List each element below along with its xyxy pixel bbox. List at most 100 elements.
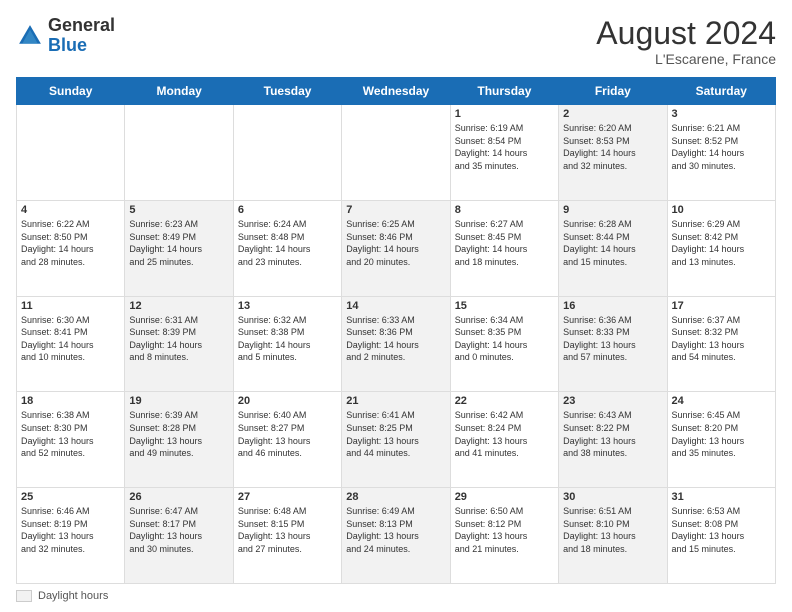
day-number: 27: [238, 491, 337, 503]
day-number: 17: [672, 300, 771, 312]
week-row-2: 11 Sunrise: 6:30 AM Sunset: 8:41 PM Dayli…: [17, 296, 776, 392]
day-info: Sunrise: 6:36 AM Sunset: 8:33 PM Dayligh…: [563, 314, 662, 364]
day-number: 16: [563, 300, 662, 312]
calendar-cell: 23 Sunrise: 6:43 AM Sunset: 8:22 PM Dayli…: [559, 392, 667, 488]
calendar-cell: 29 Sunrise: 6:50 AM Sunset: 8:12 PM Dayli…: [450, 488, 558, 584]
legend-label: Daylight hours: [38, 590, 108, 602]
weekday-header-row: SundayMondayTuesdayWednesdayThursdayFrid…: [17, 78, 776, 105]
calendar-cell: 17Sunrise: 6:37 AM Sunset: 8:32 PM Dayli…: [667, 296, 775, 392]
calendar-cell: 28Sunrise: 6:49 AM Sunset: 8:13 PM Dayli…: [342, 488, 450, 584]
day-number: 30: [563, 491, 662, 503]
calendar-cell: 13 Sunrise: 6:32 AM Sunset: 8:38 PM Dayli…: [233, 296, 341, 392]
calendar-cell: 27 Sunrise: 6:48 AM Sunset: 8:15 PM Dayli…: [233, 488, 341, 584]
day-info: Sunrise: 6:48 AM Sunset: 8:15 PM Dayligh…: [238, 505, 337, 555]
calendar-cell: 19 Sunrise: 6:39 AM Sunset: 8:28 PM Dayli…: [125, 392, 233, 488]
day-info: Sunrise: 6:34 AM Sunset: 8:35 PM Dayligh…: [455, 314, 554, 364]
calendar-cell: 10 Sunrise: 6:29 AM Sunset: 8:42 PM Dayli…: [667, 200, 775, 296]
day-number: 11: [21, 300, 120, 312]
day-info: Sunrise: 6:19 AM Sunset: 8:54 PM Dayligh…: [455, 122, 554, 172]
calendar-cell: 14Sunrise: 6:33 AM Sunset: 8:36 PM Dayli…: [342, 296, 450, 392]
day-info: Sunrise: 6:20 AM Sunset: 8:53 PM Dayligh…: [563, 122, 662, 172]
weekday-header-friday: Friday: [559, 78, 667, 105]
day-number: 8: [455, 204, 554, 216]
day-number: 2: [563, 108, 662, 120]
day-number: 9: [563, 204, 662, 216]
calendar-cell: 8 Sunrise: 6:27 AM Sunset: 8:45 PM Daylig…: [450, 200, 558, 296]
day-number: 3: [672, 108, 771, 120]
day-info: Sunrise: 6:38 AM Sunset: 8:30 PM Dayligh…: [21, 409, 120, 459]
calendar-cell: 5 Sunrise: 6:23 AM Sunset: 8:49 PM Daylig…: [125, 200, 233, 296]
calendar-cell: 12Sunrise: 6:31 AM Sunset: 8:39 PM Dayli…: [125, 296, 233, 392]
calendar-cell: 6Sunrise: 6:24 AM Sunset: 8:48 PM Daylig…: [233, 200, 341, 296]
day-info: Sunrise: 6:40 AM Sunset: 8:27 PM Dayligh…: [238, 409, 337, 459]
page: General Blue August 2024 L'Escarene, Fra…: [0, 0, 792, 612]
day-number: 6: [238, 204, 337, 216]
calendar-cell: [233, 105, 341, 201]
calendar-cell: 22Sunrise: 6:42 AM Sunset: 8:24 PM Dayli…: [450, 392, 558, 488]
day-info: Sunrise: 6:51 AM Sunset: 8:10 PM Dayligh…: [563, 505, 662, 555]
day-info: Sunrise: 6:28 AM Sunset: 8:44 PM Dayligh…: [563, 218, 662, 268]
day-info: Sunrise: 6:29 AM Sunset: 8:42 PM Dayligh…: [672, 218, 771, 268]
weekday-header-monday: Monday: [125, 78, 233, 105]
calendar-cell: 15 Sunrise: 6:34 AM Sunset: 8:35 PM Dayli…: [450, 296, 558, 392]
day-info: Sunrise: 6:32 AM Sunset: 8:38 PM Dayligh…: [238, 314, 337, 364]
day-info: Sunrise: 6:47 AM Sunset: 8:17 PM Dayligh…: [129, 505, 228, 555]
day-number: 10: [672, 204, 771, 216]
logo-text-general: General: [48, 15, 115, 35]
day-info: Sunrise: 6:21 AM Sunset: 8:52 PM Dayligh…: [672, 122, 771, 172]
day-info: Sunrise: 6:53 AM Sunset: 8:08 PM Dayligh…: [672, 505, 771, 555]
week-row-1: 4 Sunrise: 6:22 AM Sunset: 8:50 PM Daylig…: [17, 200, 776, 296]
week-row-3: 18 Sunrise: 6:38 AM Sunset: 8:30 PM Dayli…: [17, 392, 776, 488]
day-info: Sunrise: 6:22 AM Sunset: 8:50 PM Dayligh…: [21, 218, 120, 268]
calendar-cell: 2 Sunrise: 6:20 AM Sunset: 8:53 PM Daylig…: [559, 105, 667, 201]
calendar-cell: 11 Sunrise: 6:30 AM Sunset: 8:41 PM Dayli…: [17, 296, 125, 392]
calendar-cell: 1 Sunrise: 6:19 AM Sunset: 8:54 PM Daylig…: [450, 105, 558, 201]
day-number: 4: [21, 204, 120, 216]
day-number: 5: [129, 204, 228, 216]
day-info: Sunrise: 6:23 AM Sunset: 8:49 PM Dayligh…: [129, 218, 228, 268]
day-number: 18: [21, 395, 120, 407]
day-info: Sunrise: 6:30 AM Sunset: 8:41 PM Dayligh…: [21, 314, 120, 364]
day-info: Sunrise: 6:43 AM Sunset: 8:22 PM Dayligh…: [563, 409, 662, 459]
calendar-cell: [342, 105, 450, 201]
logo-icon: [16, 22, 44, 50]
day-number: 22: [455, 395, 554, 407]
day-number: 1: [455, 108, 554, 120]
day-number: 15: [455, 300, 554, 312]
calendar-cell: 16 Sunrise: 6:36 AM Sunset: 8:33 PM Dayli…: [559, 296, 667, 392]
day-info: Sunrise: 6:45 AM Sunset: 8:20 PM Dayligh…: [672, 409, 771, 459]
day-info: Sunrise: 6:39 AM Sunset: 8:28 PM Dayligh…: [129, 409, 228, 459]
day-number: 7: [346, 204, 445, 216]
calendar-cell: 25 Sunrise: 6:46 AM Sunset: 8:19 PM Dayli…: [17, 488, 125, 584]
day-number: 26: [129, 491, 228, 503]
day-number: 13: [238, 300, 337, 312]
footer: Daylight hours: [16, 590, 776, 602]
calendar-cell: 7 Sunrise: 6:25 AM Sunset: 8:46 PM Daylig…: [342, 200, 450, 296]
calendar-cell: 31Sunrise: 6:53 AM Sunset: 8:08 PM Dayli…: [667, 488, 775, 584]
day-number: 24: [672, 395, 771, 407]
day-info: Sunrise: 6:49 AM Sunset: 8:13 PM Dayligh…: [346, 505, 445, 555]
weekday-header-sunday: Sunday: [17, 78, 125, 105]
day-number: 25: [21, 491, 120, 503]
weekday-header-tuesday: Tuesday: [233, 78, 341, 105]
weekday-header-wednesday: Wednesday: [342, 78, 450, 105]
day-info: Sunrise: 6:27 AM Sunset: 8:45 PM Dayligh…: [455, 218, 554, 268]
calendar-cell: 9 Sunrise: 6:28 AM Sunset: 8:44 PM Daylig…: [559, 200, 667, 296]
day-number: 19: [129, 395, 228, 407]
calendar-cell: [17, 105, 125, 201]
calendar-cell: 24 Sunrise: 6:45 AM Sunset: 8:20 PM Dayli…: [667, 392, 775, 488]
logo: General Blue: [16, 16, 115, 56]
calendar-cell: 3 Sunrise: 6:21 AM Sunset: 8:52 PM Daylig…: [667, 105, 775, 201]
day-info: Sunrise: 6:50 AM Sunset: 8:12 PM Dayligh…: [455, 505, 554, 555]
day-info: Sunrise: 6:46 AM Sunset: 8:19 PM Dayligh…: [21, 505, 120, 555]
day-number: 23: [563, 395, 662, 407]
day-info: Sunrise: 6:33 AM Sunset: 8:36 PM Dayligh…: [346, 314, 445, 364]
day-number: 21: [346, 395, 445, 407]
calendar-cell: [125, 105, 233, 201]
weekday-header-thursday: Thursday: [450, 78, 558, 105]
day-number: 29: [455, 491, 554, 503]
weekday-header-saturday: Saturday: [667, 78, 775, 105]
header: General Blue August 2024 L'Escarene, Fra…: [16, 16, 776, 67]
day-info: Sunrise: 6:25 AM Sunset: 8:46 PM Dayligh…: [346, 218, 445, 268]
day-info: Sunrise: 6:41 AM Sunset: 8:25 PM Dayligh…: [346, 409, 445, 459]
